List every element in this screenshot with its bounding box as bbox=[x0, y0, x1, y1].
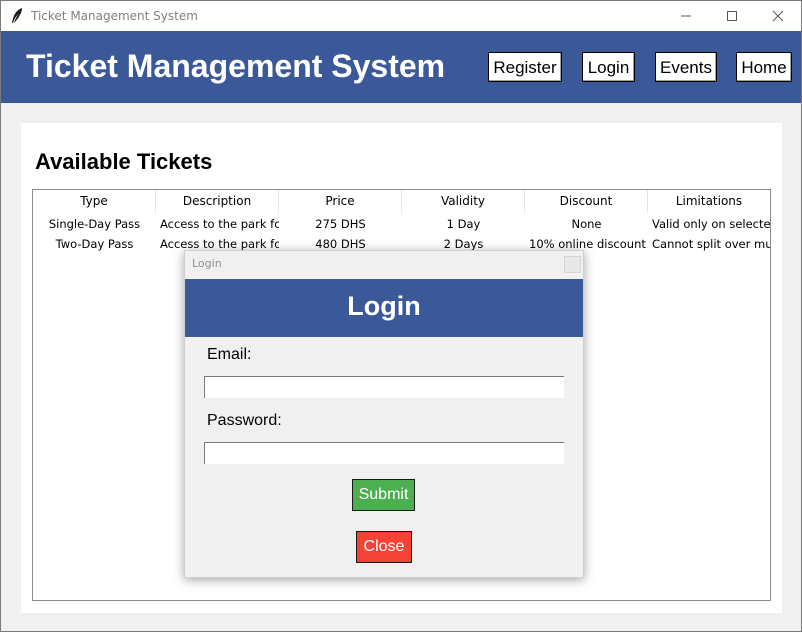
email-field[interactable] bbox=[204, 376, 564, 398]
column-header-price[interactable]: Price bbox=[279, 190, 402, 213]
column-header-description[interactable]: Description bbox=[156, 190, 279, 213]
column-header-validity[interactable]: Validity bbox=[402, 190, 525, 213]
table-cell: Valid only on selected bbox=[652, 217, 770, 231]
minimize-icon bbox=[681, 15, 691, 17]
app-title: Ticket Management System bbox=[26, 48, 446, 84]
events-button[interactable]: Events bbox=[655, 52, 717, 82]
app-header: Ticket Management System Register Login … bbox=[1, 31, 801, 103]
close-icon bbox=[772, 10, 784, 22]
password-label: Password: bbox=[207, 412, 282, 429]
column-header-discount[interactable]: Discount bbox=[525, 190, 648, 213]
login-button[interactable]: Login bbox=[582, 52, 635, 82]
table-cell: 1 Day bbox=[446, 217, 481, 231]
password-field[interactable] bbox=[204, 442, 564, 464]
dialog-heading: Login bbox=[347, 291, 421, 321]
close-window-button[interactable] bbox=[755, 1, 801, 31]
minimize-button[interactable] bbox=[663, 1, 709, 31]
column-header-limitations[interactable]: Limitations bbox=[648, 190, 770, 213]
close-button[interactable]: Close bbox=[356, 531, 412, 563]
dialog-close-icon[interactable] bbox=[564, 256, 581, 273]
email-label: Email: bbox=[207, 346, 252, 363]
register-button[interactable]: Register bbox=[488, 52, 562, 82]
table-cell: Cannot split over mul bbox=[652, 237, 770, 251]
window-title: Ticket Management System bbox=[31, 9, 198, 23]
maximize-button[interactable] bbox=[709, 1, 755, 31]
dialog-window-title: Login bbox=[192, 257, 222, 270]
maximize-icon bbox=[727, 11, 737, 21]
title-bar[interactable]: Ticket Management System bbox=[1, 1, 801, 31]
table-cell: Two-Day Pass bbox=[55, 237, 134, 251]
dialog-header: Login bbox=[185, 279, 583, 337]
login-dialog: Login Login Email: Password: Submit Clos… bbox=[184, 250, 584, 578]
table-cell: 275 DHS bbox=[315, 217, 366, 231]
column-header-type[interactable]: Type bbox=[33, 190, 156, 213]
home-button[interactable]: Home bbox=[736, 52, 792, 82]
table-cell: None bbox=[571, 217, 602, 231]
table-cell: Single-Day Pass bbox=[48, 217, 141, 231]
submit-button[interactable]: Submit bbox=[352, 479, 415, 511]
table-cell: Access to the park for bbox=[160, 217, 279, 231]
section-title: Available Tickets bbox=[35, 149, 213, 174]
feather-icon bbox=[12, 8, 22, 23]
